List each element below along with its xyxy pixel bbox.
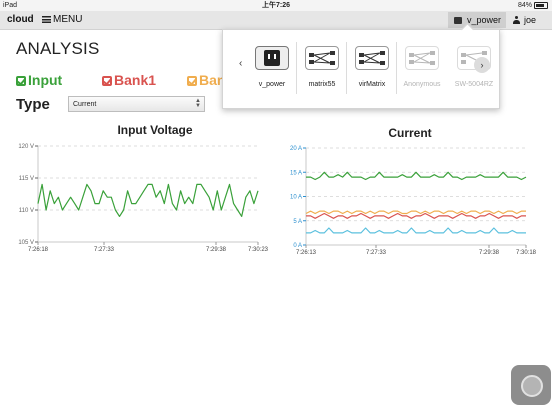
x-tick-label: 7:29:38 (206, 247, 227, 253)
voltage-chart: 120 V 115 V 110 V 105 V7:26:18 7:27:33 7:29:3… (18, 144, 269, 253)
device-item-matrix55[interactable]: matrix55 (297, 46, 347, 96)
checkbox-icon (16, 76, 26, 86)
legend-label: Bank1 (114, 72, 157, 88)
device-item-label: v_power (258, 81, 286, 88)
type-select-value: Current (73, 101, 97, 108)
select-arrows-icon: ▲ ▼ (195, 98, 201, 109)
checkbox-icon (187, 76, 197, 86)
legend-label: Input (28, 72, 63, 88)
device-item-label: Anonymous (403, 81, 441, 88)
series-line (305, 210, 526, 215)
battery-status: 84% (518, 0, 548, 11)
legend-toggle-input[interactable]: Input (16, 72, 62, 88)
matrix-icon (405, 46, 439, 70)
menu-button[interactable]: MENU (42, 13, 82, 27)
device-item-virmatrix[interactable]: virMatrix (347, 46, 397, 96)
current-chart: 20 A 15 A 10 A 5 A 0 A7:26:13 7:27:33 7:29:38 7… (290, 146, 537, 256)
prev-arrow-icon[interactable]: ‹ (239, 58, 242, 69)
brand-logo[interactable]: cloud (7, 13, 34, 27)
x-tick-label: 7:30:18 (516, 250, 537, 256)
series-line (37, 183, 259, 218)
battery-percent: 84% (517, 2, 532, 9)
battery-icon (534, 1, 548, 9)
x-tick-label: 7:27:33 (94, 247, 115, 253)
device-item-label: matrix55 (308, 81, 336, 88)
y-tick-label: 5 A (293, 219, 302, 225)
y-tick-label: 20 A (290, 146, 302, 152)
matrix-icon (305, 46, 339, 70)
matrix-icon (355, 46, 389, 70)
x-tick-label: 7:27:33 (366, 250, 387, 256)
legend-toggle-bank2[interactable]: Ban (187, 72, 225, 88)
outlet-icon (255, 46, 289, 70)
user-menu[interactable]: joe (513, 13, 536, 27)
checkbox-icon (102, 76, 112, 86)
x-tick-label: 7:26:18 (28, 247, 49, 253)
series-line (306, 171, 527, 181)
page-title: ANALYSIS (16, 39, 100, 58)
y-tick-label: 115 V (19, 176, 34, 182)
next-arrow-icon[interactable]: › (474, 57, 490, 73)
type-label: Type (16, 96, 50, 113)
y-tick-label: 15 A (290, 170, 302, 176)
device-icon (454, 17, 462, 24)
clock: 上午7:26 (261, 2, 290, 9)
legend-toggle-bank1[interactable]: Bank1 (102, 72, 156, 88)
x-tick-label: 7:29:38 (479, 250, 500, 256)
device-item-label: virMatrix (358, 81, 386, 88)
y-tick-label: 105 V (18, 240, 34, 246)
menu-label: MENU (53, 14, 83, 25)
device-item-anonymous[interactable]: Anonymous (397, 46, 447, 96)
device-item-sw-5004rz[interactable]: SW-5004RZ (449, 46, 499, 96)
x-tick-label: 7:26:13 (296, 250, 317, 256)
device-selector-button[interactable]: v_power (448, 12, 506, 28)
user-icon (513, 16, 520, 24)
device-item-v-power[interactable]: v_power (247, 46, 297, 96)
status-bar: iPad 上午7:26 84% (0, 0, 552, 11)
device-item-label: SW-5004RZ (454, 81, 494, 88)
assistive-touch-button[interactable] (511, 365, 551, 405)
y-tick-label: 10 A (290, 195, 302, 201)
hamburger-icon (42, 16, 51, 23)
type-select[interactable]: Current ▲ ▼ (68, 96, 205, 112)
y-tick-label: 120 V (18, 144, 34, 150)
x-tick-label: 7:30:23 (248, 247, 269, 253)
series-line (306, 227, 526, 234)
device-name: v_power (467, 15, 502, 25)
device-popover: ‹ v_power matrix55 virMatrix Anonymous S… (222, 23, 500, 109)
y-tick-label: 0 A (293, 243, 302, 249)
series-line (306, 212, 526, 219)
user-name: joe (524, 15, 537, 25)
y-tick-label: 110 V (19, 208, 34, 214)
